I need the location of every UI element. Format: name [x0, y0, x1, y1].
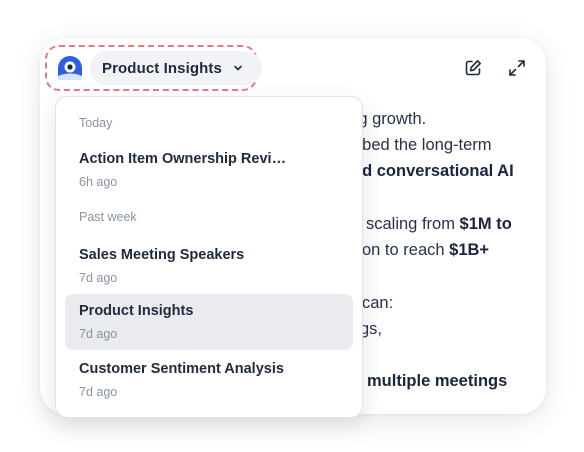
answer-line: can:: [362, 294, 394, 312]
history-item-title: Sales Meeting Speakers: [79, 247, 245, 263]
conversation-selector-label: Product Insights: [102, 59, 222, 77]
answer-line: multiple meetings: [367, 372, 508, 390]
answer-line: on to reach $1B+: [362, 241, 490, 259]
conversation-selector[interactable]: Product Insights: [90, 51, 262, 85]
history-item-time: 7d ago: [79, 385, 118, 399]
compose-icon[interactable]: [463, 58, 483, 78]
history-item-title: Action Item Ownership Revi…: [79, 151, 287, 167]
history-item-time: 7d ago: [79, 271, 118, 285]
history-item-title: Product Insights: [79, 303, 194, 319]
history-item-selected[interactable]: Product Insights 7d ago: [65, 294, 353, 350]
answer-line: ribed the long-term: [353, 136, 492, 154]
conversation-history-dropdown: Today Action Item Ownership Revi… 6h ago…: [55, 96, 363, 418]
chevron-down-icon: [234, 65, 242, 71]
history-item[interactable]: Action Item Ownership Revi… 6h ago: [65, 142, 353, 198]
history-item-time: 7d ago: [79, 327, 118, 341]
logo-icon: [58, 56, 82, 80]
section-label-today: Today: [79, 116, 113, 130]
history-item[interactable]: Customer Sentiment Analysis 7d ago: [65, 352, 353, 408]
answer-line: nd conversational AI: [352, 162, 514, 180]
answer-line: scaling from $1M to: [366, 215, 512, 233]
expand-icon[interactable]: [507, 58, 527, 78]
history-item-title: Customer Sentiment Analysis: [79, 361, 284, 377]
section-label-past-week: Past week: [79, 210, 137, 224]
chat-header: Product Insights: [40, 38, 546, 100]
history-item[interactable]: Sales Meeting Speakers 7d ago: [65, 238, 353, 294]
history-item-time: 6h ago: [79, 175, 118, 189]
answer-line: gs,: [360, 320, 383, 338]
